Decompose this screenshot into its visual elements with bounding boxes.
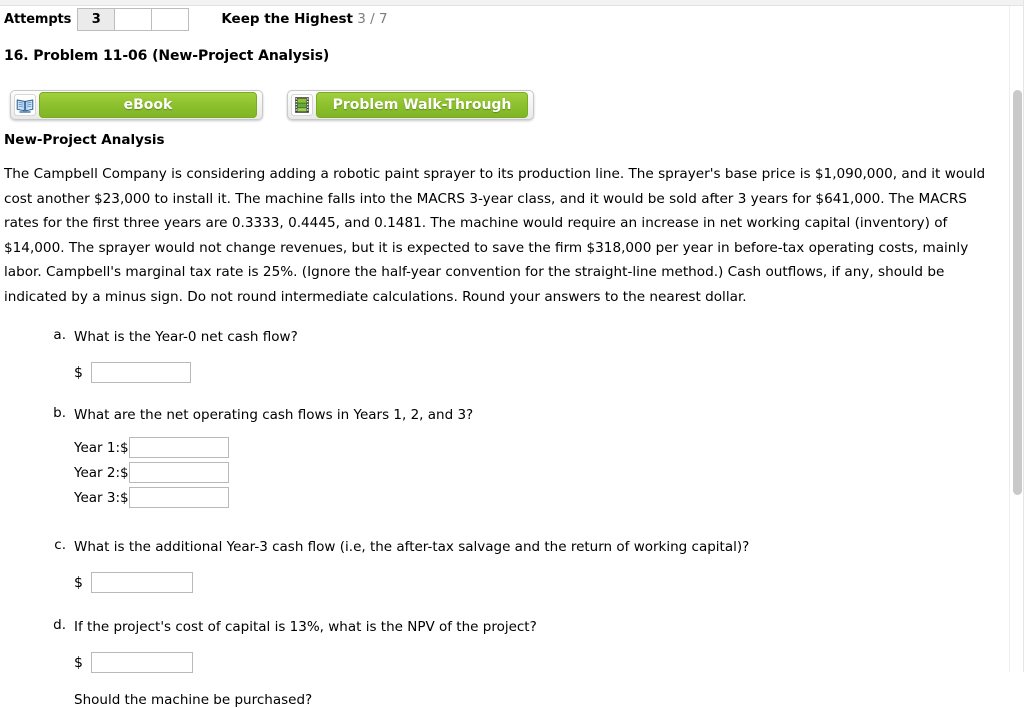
answer-input-c[interactable] <box>90 572 193 593</box>
problem-walkthrough-button[interactable]: Problem Walk-Through <box>287 90 534 120</box>
question-text-d: If the project's cost of capital is 13%,… <box>74 619 537 635</box>
page-scrollbar[interactable] <box>1009 6 1024 672</box>
ebook-button[interactable]: eBook <box>10 90 263 120</box>
attempts-table: 3 <box>77 7 190 31</box>
year-row-3: Year 3:$ <box>74 487 1024 508</box>
question-item-d: d. If the project's cost of capital is 1… <box>0 617 1024 708</box>
attempts-cell-2 <box>115 8 153 30</box>
section-heading: New-Project Analysis <box>4 132 165 148</box>
question-marker-c: c. <box>54 537 66 553</box>
question-marker-a: a. <box>53 327 66 343</box>
dollar-sign-c: $ <box>74 574 83 591</box>
page-title: 16. Problem 11-06 (New-Project Analysis) <box>4 48 330 64</box>
question-item-b: b. What are the net operating cash flows… <box>0 405 1024 512</box>
dollar-sign-a: $ <box>74 364 83 381</box>
question-text-c: What is the additional Year-3 cash flow … <box>74 539 750 555</box>
attempts-label: Attempts <box>4 11 72 27</box>
film-strip-icon <box>291 94 313 116</box>
keep-highest: Keep the Highest 3 / 7 <box>221 11 387 27</box>
question-list: a. What is the Year-0 net cash flow? $ b… <box>0 327 1024 708</box>
question-body-d: If the project's cost of capital is 13%,… <box>74 617 1024 708</box>
answer-row-c: $ <box>74 572 1024 593</box>
question-marker-b: b. <box>53 405 66 421</box>
question-item-a: a. What is the Year-0 net cash flow? $ <box>0 327 1024 383</box>
ebook-button-label: eBook <box>39 92 257 118</box>
answer-row-a: $ <box>74 362 1024 383</box>
year-1-input[interactable] <box>128 437 229 458</box>
attempts-cell-3 <box>152 8 190 30</box>
attempts-bar: Attempts 3 Keep the Highest 3 / 7 <box>0 7 1024 31</box>
keep-highest-score: 3 / 7 <box>357 11 388 27</box>
question-text-a: What is the Year-0 net cash flow? <box>74 329 298 345</box>
year-input-group: Year 1:$ Year 2:$ Year 3:$ <box>74 437 1024 508</box>
top-gray-strip <box>0 0 1024 6</box>
year-3-input[interactable] <box>128 487 229 508</box>
follow-up-question-d: Should the machine be purchased? <box>74 692 313 708</box>
walkthrough-button-label: Problem Walk-Through <box>316 92 528 118</box>
answer-input-d[interactable] <box>90 652 193 673</box>
book-icon <box>14 94 36 116</box>
question-body-a: What is the Year-0 net cash flow? $ <box>74 327 1024 383</box>
question-text-b: What are the net operating cash flows in… <box>74 407 474 423</box>
year-1-label: Year 1:$ <box>74 439 129 456</box>
question-item-c: c. What is the additional Year-3 cash fl… <box>0 537 1024 593</box>
question-marker-d: d. <box>53 617 66 633</box>
answer-input-a[interactable] <box>90 362 191 383</box>
dollar-sign-d: $ <box>74 654 83 671</box>
keep-highest-label: Keep the Highest <box>221 11 353 27</box>
question-body-c: What is the additional Year-3 cash flow … <box>74 537 1024 593</box>
resource-button-row: eBook Problem Walk-Through <box>10 90 1024 120</box>
attempts-cell-1: 3 <box>78 8 116 30</box>
year-row-1: Year 1:$ <box>74 437 1024 458</box>
scrollbar-thumb[interactable] <box>1013 90 1022 495</box>
year-2-label: Year 2:$ <box>74 464 129 481</box>
problem-body-text: The Campbell Company is considering addi… <box>4 166 986 305</box>
year-2-input[interactable] <box>128 462 229 483</box>
year-3-label: Year 3:$ <box>74 489 129 506</box>
answer-row-d: $ <box>74 652 1024 673</box>
question-body-b: What are the net operating cash flows in… <box>74 405 1024 512</box>
year-row-2: Year 2:$ <box>74 462 1024 483</box>
